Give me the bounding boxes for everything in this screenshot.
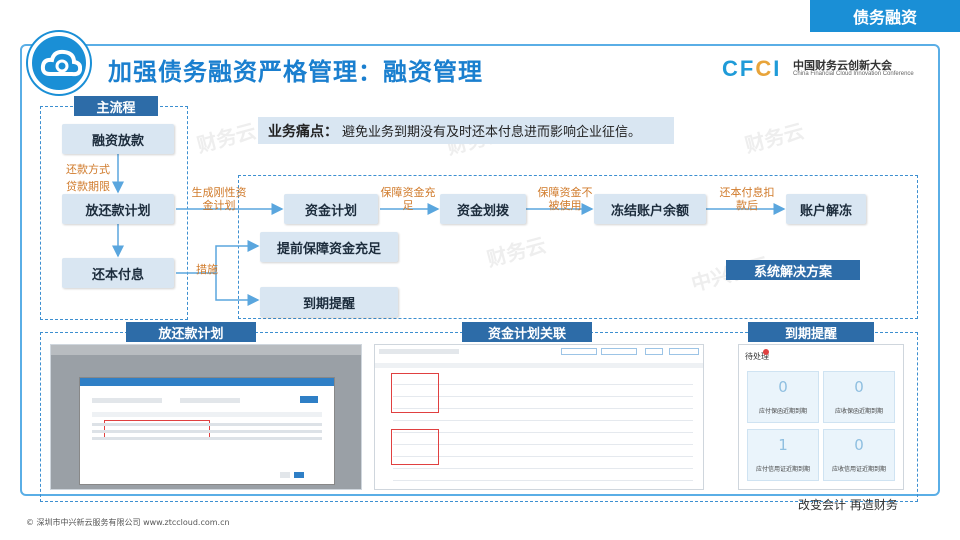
highlight-box <box>391 373 439 413</box>
pain-point-banner: 业务痛点： 避免业务到期没有及时还本付息进而影响企业征信。 <box>258 117 674 144</box>
screenshot-repayment-plan <box>50 344 362 490</box>
step-loan-disbursement[interactable]: 融资放款 <box>62 124 174 154</box>
box-account-unfreeze[interactable]: 账户解冻 <box>786 194 866 224</box>
note-repayment-method: 还款方式 <box>66 163 110 176</box>
todo-card[interactable]: 1 应付信用证近期到期 <box>747 429 819 481</box>
note-generate-plan: 生成刚性资金计划 <box>191 186 247 212</box>
label-due-reminder-shot: 到期提醒 <box>748 322 874 342</box>
label-capital-plan-link-shot: 资金计划关联 <box>462 322 592 342</box>
box-due-reminder[interactable]: 到期提醒 <box>260 287 398 317</box>
highlight-box <box>391 429 439 465</box>
step-principal-interest[interactable]: 还本付息 <box>62 258 174 288</box>
note-guarantee-unused: 保障资金不被使用 <box>537 186 593 212</box>
todo-card[interactable]: 0 应付保函近期到期 <box>747 371 819 423</box>
step-repayment-plan[interactable]: 放还款计划 <box>62 194 174 224</box>
screenshot-due-reminder: 待处理 0 应付保函近期到期 0 应收保函近期到期 1 应付信用证近期到期 0 … <box>738 344 904 490</box>
todo-card[interactable]: 0 应收信用证近期到期 <box>823 429 895 481</box>
footer-copyright: © 深圳市中兴新云服务有限公司 www.ztccloud.com.cn <box>26 518 230 527</box>
note-guarantee-sufficient: 保障资金充足 <box>380 186 436 212</box>
system-solution-label: 系统解决方案 <box>726 260 860 280</box>
label-repayment-plan-shot: 放还款计划 <box>126 322 256 342</box>
note-loan-term: 贷款期限 <box>66 180 110 193</box>
box-ensure-funds-early[interactable]: 提前保障资金充足 <box>260 232 398 262</box>
plan-dialog <box>79 377 335 485</box>
pain-point-label: 业务痛点： <box>268 123 338 140</box>
box-capital-plan[interactable]: 资金计划 <box>284 194 378 224</box>
todo-card[interactable]: 0 应收保函近期到期 <box>823 371 895 423</box>
screenshot-capital-plan-link <box>374 344 704 490</box>
notification-dot-icon <box>763 349 769 355</box>
pain-point-text: 避免业务到期没有及时还本付息进而影响企业征信。 <box>342 125 642 140</box>
note-measures: 措施 <box>196 263 218 276</box>
main-flow-label: 主流程 <box>74 96 158 116</box>
box-fund-allocation[interactable]: 资金划拨 <box>440 194 526 224</box>
slogan: 改变会计 再造财务 <box>798 498 898 512</box>
box-freeze-balance[interactable]: 冻结账户余额 <box>594 194 706 224</box>
note-after-deduction: 还本付息扣款后 <box>719 186 775 212</box>
